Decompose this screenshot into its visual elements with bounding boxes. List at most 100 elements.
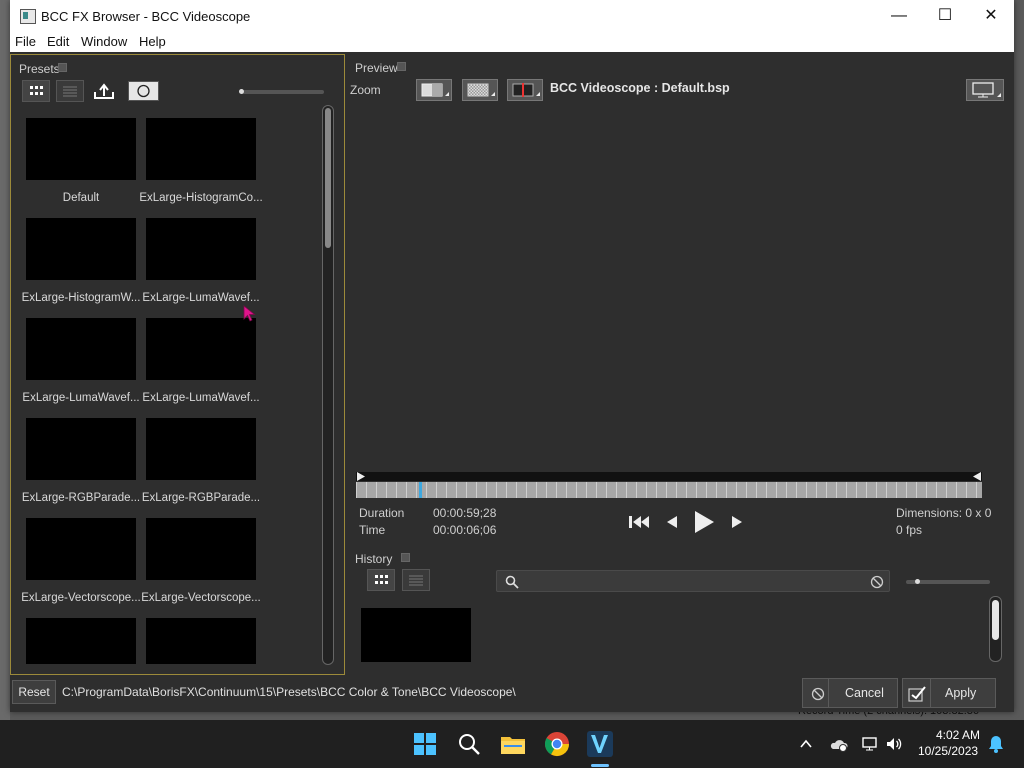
preset-thumbnail[interactable] (146, 418, 256, 480)
history-list-view-button[interactable] (402, 569, 430, 591)
history-thumbnail[interactable] (361, 608, 471, 662)
timeline-range-bar[interactable] (356, 472, 982, 481)
history-dock-icon[interactable] (401, 553, 410, 562)
taskbar-clock-date[interactable]: 10/25/2023 (918, 744, 978, 758)
grid-icon (375, 575, 388, 584)
preset-label[interactable]: ExLarge-Vectorscope... (136, 592, 266, 604)
up-folder-icon (94, 83, 114, 99)
history-scrollbar-thumb[interactable] (992, 600, 999, 640)
preset-thumbnail[interactable] (146, 518, 256, 580)
zoom-compare-button[interactable] (507, 79, 543, 101)
checkerboard-icon (467, 83, 495, 97)
zoom-label: Zoom (350, 83, 381, 97)
apply-button-label: Apply (945, 686, 977, 700)
circle-icon (137, 84, 150, 98)
preset-label[interactable]: ExLarge-HistogramCo... (136, 192, 266, 204)
search-icon[interactable] (455, 730, 483, 758)
history-grid-view-button[interactable] (367, 569, 395, 591)
menu-file[interactable]: File (15, 34, 36, 49)
preset-thumbnail[interactable] (26, 618, 136, 664)
preset-thumbnail[interactable] (26, 318, 136, 380)
preset-thumbnail[interactable] (26, 118, 136, 180)
preset-thumbnail[interactable] (146, 618, 256, 664)
menu-help[interactable]: Help (139, 34, 166, 49)
cancel-button[interactable]: Cancel (802, 678, 898, 708)
presets-scrollbar[interactable] (322, 105, 334, 665)
history-thumbnail-slider-handle[interactable] (915, 579, 920, 584)
menu-window[interactable]: Window (81, 34, 127, 49)
thumbnail-size-slider-handle[interactable] (239, 89, 244, 94)
clear-search-icon[interactable] (869, 574, 885, 590)
chevron-up-icon[interactable] (798, 736, 814, 752)
zoom-checker-button[interactable] (462, 79, 498, 101)
history-scrollbar[interactable] (989, 596, 1002, 662)
taskbar-clock-time[interactable]: 4:02 AM (936, 728, 980, 742)
preset-path: C:\ProgramData\BorisFX\Continuum\15\Pres… (62, 685, 516, 699)
app-icon (20, 9, 36, 24)
preset-label[interactable]: ExLarge-HistogramW... (16, 292, 146, 304)
volume-icon[interactable] (884, 735, 904, 753)
minimize-button[interactable]: — (876, 0, 922, 32)
timeline-ruler[interactable] (356, 482, 982, 498)
timeline[interactable] (356, 472, 982, 500)
file-explorer-icon[interactable] (499, 730, 527, 758)
history-search-input[interactable] (496, 570, 890, 592)
step-forward-icon[interactable] (729, 513, 745, 531)
zoom-split-button[interactable] (416, 79, 452, 101)
thumbnail-size-slider[interactable] (240, 90, 324, 94)
maximize-button[interactable]: ☐ (922, 0, 968, 32)
out-point-marker-icon[interactable] (972, 472, 982, 481)
list-view-button[interactable] (56, 80, 84, 102)
close-button[interactable]: ✕ (968, 0, 1014, 32)
apply-button[interactable]: Apply (902, 678, 996, 708)
preset-thumbnail[interactable] (146, 318, 256, 380)
menu-bar: File Edit Window Help (10, 32, 1014, 52)
preset-label[interactable]: ExLarge-LumaWavef... (136, 392, 266, 404)
history-panel: History (346, 546, 1014, 674)
duration-label: Duration (359, 506, 405, 520)
go-to-start-icon[interactable] (626, 513, 652, 531)
preview-panel: Preview Zoom BCC Videoscope : Default.bs… (346, 54, 1014, 544)
onedrive-icon[interactable] (829, 735, 849, 753)
preset-label[interactable]: Default (16, 192, 146, 204)
step-back-icon[interactable] (664, 513, 680, 531)
favorites-button[interactable] (128, 81, 159, 101)
preset-thumbnail[interactable] (26, 518, 136, 580)
preset-thumbnail[interactable] (146, 218, 256, 280)
preset-label[interactable]: ExLarge-LumaWavef... (16, 392, 146, 404)
notification-bell-icon[interactable] (987, 734, 1005, 754)
chrome-icon[interactable] (543, 730, 571, 758)
windows-start-icon[interactable] (411, 730, 439, 758)
preview-dock-icon[interactable] (397, 62, 406, 71)
preset-label[interactable]: ExLarge-LumaWavef... (136, 292, 266, 304)
fx-browser-window: BCC FX Browser - BCC Videoscope — ☐ ✕ Fi… (10, 0, 1014, 712)
up-folder-button[interactable] (91, 80, 119, 102)
window-title: BCC FX Browser - BCC Videoscope (41, 9, 251, 24)
preset-label[interactable]: ExLarge-RGBParade... (136, 492, 266, 504)
reset-button[interactable]: Reset (12, 680, 56, 704)
network-icon[interactable] (860, 735, 880, 753)
playhead[interactable] (419, 482, 422, 498)
preset-thumbnail[interactable] (26, 418, 136, 480)
background-app-edge (0, 0, 10, 720)
monitor-button[interactable] (966, 79, 1004, 101)
presets-scrollbar-thumb[interactable] (325, 108, 331, 248)
preset-label[interactable]: ExLarge-Vectorscope... (16, 592, 146, 604)
in-point-marker-icon[interactable] (356, 472, 366, 481)
preset-thumbnail[interactable] (146, 118, 256, 180)
cancel-icon (811, 687, 825, 701)
duration-value: 00:00:59;28 (433, 506, 497, 520)
preset-thumbnail[interactable] (26, 218, 136, 280)
active-app-indicator (591, 764, 609, 767)
fps-readout: 0 fps (896, 523, 923, 537)
presets-dock-icon[interactable] (58, 63, 67, 72)
history-title: History (355, 552, 393, 566)
play-icon[interactable] (692, 509, 716, 535)
preset-file-name: BCC Videoscope : Default.bsp (550, 81, 730, 95)
menu-edit[interactable]: Edit (47, 34, 69, 49)
preset-label[interactable]: ExLarge-RGBParade... (16, 492, 146, 504)
checkmark-icon (908, 686, 926, 702)
vegas-app-icon[interactable] (586, 730, 614, 758)
title-bar[interactable]: BCC FX Browser - BCC Videoscope — ☐ ✕ (10, 0, 1014, 32)
grid-view-button[interactable] (22, 80, 50, 102)
